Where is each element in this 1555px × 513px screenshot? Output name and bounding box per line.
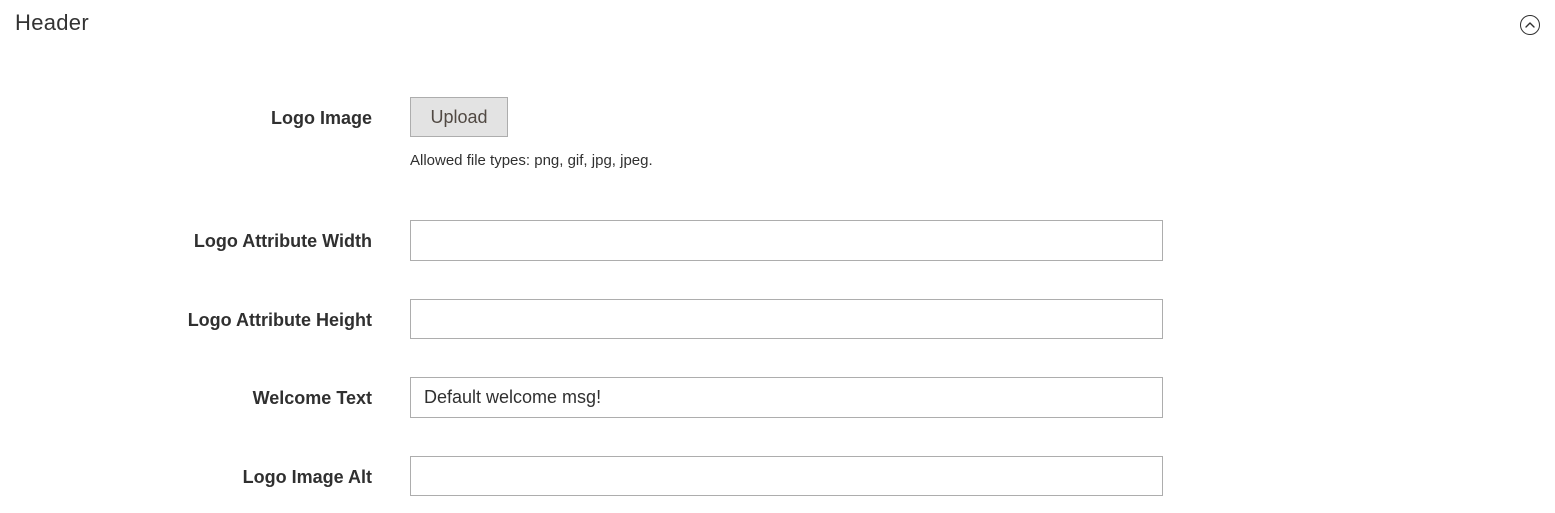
logo-height-label: Logo Attribute Height xyxy=(187,310,372,330)
logo-width-input[interactable] xyxy=(410,220,1163,261)
chevron-up-icon xyxy=(1525,22,1535,28)
welcome-text-label: Welcome Text xyxy=(252,388,372,408)
logo-width-label: Logo Attribute Width xyxy=(193,231,372,251)
upload-button[interactable]: Upload xyxy=(410,97,508,137)
allowed-file-types-hint: Allowed file types: png, gif, jpg, jpeg. xyxy=(410,152,653,169)
logo-alt-label: Logo Image Alt xyxy=(242,467,372,487)
collapse-toggle-button[interactable] xyxy=(1520,15,1540,35)
section-title: Header xyxy=(15,10,89,35)
welcome-text-input[interactable] xyxy=(410,377,1163,418)
logo-alt-input[interactable] xyxy=(410,456,1163,496)
logo-image-label: Logo Image xyxy=(270,108,372,128)
logo-height-input[interactable] xyxy=(410,299,1163,339)
